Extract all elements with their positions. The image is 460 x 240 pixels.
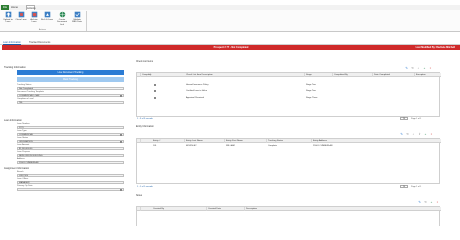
complete-checkbox[interactable]: [154, 90, 157, 93]
close-loan-icon: [18, 11, 24, 18]
notes-header: Created By Created Date Description: [137, 207, 441, 211]
header-entity-last-name[interactable]: Entity Last Name: [185, 139, 225, 143]
upload-icon: [5, 11, 11, 18]
search-icon[interactable]: ⌕: [412, 133, 415, 136]
calendar-icon: [120, 189, 122, 191]
notes-title: Notes: [136, 195, 143, 197]
refresh-icon[interactable]: ↻: [424, 201, 427, 204]
header-created-date[interactable]: Created Date: [207, 207, 245, 211]
header-completed-by[interactable]: Completed By: [333, 73, 373, 77]
loan-status-select[interactable]: ORIGINATION: [17, 139, 124, 143]
loan-number-field[interactable]: 2770: [17, 125, 124, 129]
entity-title: Entity Information: [136, 126, 154, 128]
compliance-level-field[interactable]: TEL: [17, 100, 124, 104]
delete-icon[interactable]: ×: [436, 201, 439, 204]
checklist-toolbar: ✎ ↻ ⌕ + ×: [405, 67, 439, 71]
entity-toolbar: ✎ ↻ ⌕ ⇪ + ×: [400, 133, 440, 137]
last-modified: Last Modified By: Rachele Mitchell: [415, 46, 455, 49]
create-document-link-button[interactable]: Create Document Link: [56, 11, 68, 27]
refresh-icon[interactable]: ↻: [406, 133, 409, 136]
branch-field[interactable]: LINCOLN: [17, 173, 124, 177]
entity-page-info: Page 1 of 1: [411, 186, 422, 188]
refresh-icon[interactable]: ↻: [411, 67, 414, 70]
header-description[interactable]: Description: [245, 207, 441, 211]
checklist-pager[interactable]: 1 - 3 of 3 records: [137, 118, 153, 120]
notes-grid: Created By Created Date Description: [136, 206, 441, 226]
relift-icon: [44, 11, 50, 18]
header-select: [137, 139, 141, 143]
export-icon[interactable]: ⇪: [418, 133, 421, 136]
checklist-page-size[interactable]: 10: [400, 117, 408, 121]
header-description[interactable]: Check List Item Description: [185, 73, 305, 77]
loan-form: Tracking Information Live Document Track…: [3, 66, 124, 226]
checklist-header: Complete Check List Item Description Sta…: [137, 73, 441, 77]
notes-toolbar: ✎ ↻ + ×: [418, 201, 440, 205]
tracking-status-field[interactable]: Not Completed: [17, 86, 124, 90]
add-icon[interactable]: +: [430, 201, 433, 204]
checklist-page-info: Page 1 of 1: [411, 118, 422, 120]
assignment-section-title: Assignment Information: [4, 167, 30, 170]
checklist-grid: Complete Check List Item Description Sta…: [136, 72, 441, 117]
ribbon-group-label: Actions: [38, 28, 47, 31]
delete-icon[interactable]: ×: [429, 67, 432, 70]
header-complete[interactable]: Complete: [141, 73, 151, 77]
entity-page-size[interactable]: 10: [400, 185, 408, 189]
dropdown-icon: [120, 141, 122, 143]
upload-to-loan-button[interactable]: Upload to Loan: [2, 11, 14, 27]
header-select: [137, 207, 141, 211]
header-entity-first-name[interactable]: Entity First Name: [225, 139, 267, 143]
validate-icon: [74, 11, 80, 18]
prospect-status: Prospect # 77 - Not Completed: [213, 46, 249, 49]
header-tracking-status[interactable]: Tracking Status: [267, 139, 312, 143]
complete-checkbox[interactable]: [154, 84, 157, 87]
header-entity-address[interactable]: Entity Address: [312, 139, 441, 143]
header-entity-number[interactable]: Entity #: [152, 139, 185, 143]
add-icon[interactable]: +: [423, 67, 426, 70]
edit-icon[interactable]: ✎: [400, 133, 403, 136]
loan-purpose-field[interactable]: NEW OFFICE BUILDING: [17, 153, 124, 157]
primary-op-date-field[interactable]: [17, 187, 124, 191]
loan-section-title: Loan Information: [4, 119, 22, 122]
complete-checkbox[interactable]: [154, 97, 157, 100]
delete-icon[interactable]: ×: [430, 133, 433, 136]
entity-pager[interactable]: 1 - 1 of 1 records: [137, 186, 153, 188]
archive-icon: [31, 11, 37, 18]
loan-amount-field[interactable]: $1,500,000.00: [17, 146, 124, 150]
close-loan-button[interactable]: Close Loan: [15, 11, 27, 27]
entity-header: Entity # Entity Last Name Entity First N…: [137, 139, 441, 143]
relift-loan-button[interactable]: Re-Lift Loan: [41, 11, 53, 27]
checklist-title: Check List Items: [136, 61, 153, 63]
validate-rbs-data-button[interactable]: Validate RBS Data: [71, 11, 83, 27]
status-banner: Prospect # 77 - Not Completed Last Modif…: [2, 45, 460, 50]
mark-tracking-button[interactable]: Mark Tracking: [17, 77, 124, 82]
ribbon: Upload to Loan Close Loan Archive Loan R…: [0, 10, 460, 32]
edit-icon[interactable]: ✎: [405, 67, 408, 70]
dropdown-icon: [120, 95, 122, 97]
header-stage[interactable]: Stage: [305, 73, 333, 77]
edit-icon[interactable]: ✎: [418, 201, 421, 204]
header-date-completed[interactable]: Date Completed: [373, 73, 415, 77]
entity-grid: Entity # Entity Last Name Entity First N…: [136, 138, 441, 184]
loan-officer-field[interactable]: MANAGER: [17, 180, 124, 184]
tracking-section-title: Tracking Information: [4, 66, 26, 69]
ribbon-group-divider: [86, 11, 87, 31]
loan-type-select[interactable]: COMMERCIAL: [17, 132, 124, 136]
tracking-template-select[interactable]: COMMERCIAL LOAN: [17, 93, 124, 97]
globe-link-icon: [59, 11, 65, 18]
add-icon[interactable]: +: [424, 133, 427, 136]
header-created-by[interactable]: Created By: [152, 207, 207, 211]
search-icon[interactable]: ⌕: [417, 67, 420, 70]
address-field[interactable]: 29001 CUMBERLAN: [17, 160, 124, 164]
header-exception[interactable]: Exception: [415, 73, 441, 77]
live-document-tracking-button[interactable]: Live Document Tracking: [17, 70, 124, 75]
dropdown-icon: [120, 134, 122, 136]
archive-loan-button[interactable]: Archive Loan: [28, 11, 40, 27]
